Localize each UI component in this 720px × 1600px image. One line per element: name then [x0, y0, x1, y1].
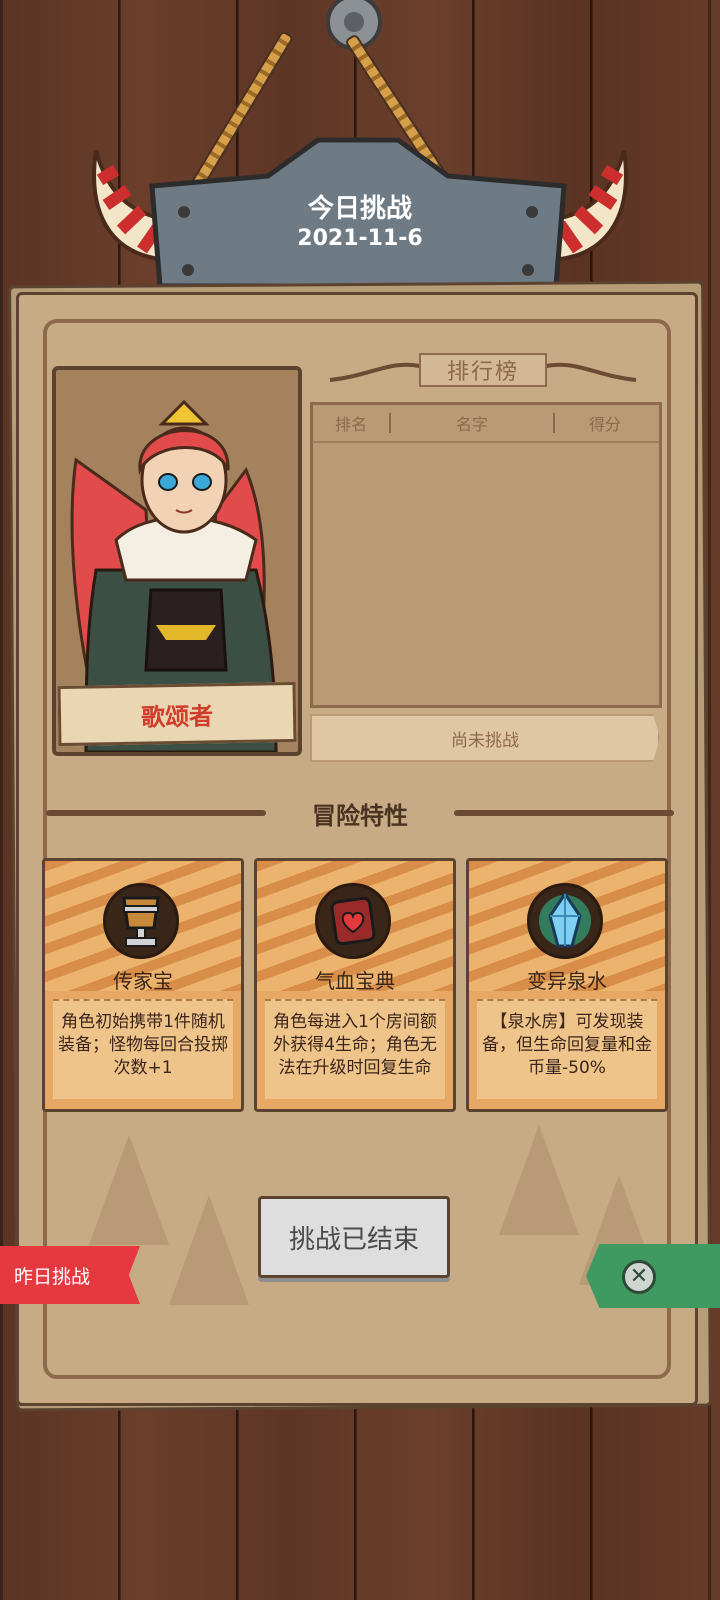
- hero-name: 歌颂者: [57, 681, 297, 747]
- sign-title: 今日挑战: [307, 194, 412, 224]
- tree-decoration: [89, 1135, 169, 1245]
- yesterday-challenge-button[interactable]: 昨日挑战: [0, 1246, 140, 1304]
- col-rank: 排名: [334, 415, 367, 434]
- trait-card-heirloom[interactable]: 传家宝 角色初始携带1件随机装备；怪物每回合投掷次数+1: [42, 858, 244, 1112]
- trait-card-mutated-spring[interactable]: 变异泉水 【泉水房】可发现装备，但生命回复量和金币量-50%: [466, 858, 668, 1112]
- treasure-goblet-icon: [103, 883, 179, 959]
- trait-card-vitality-book[interactable]: 气血宝典 角色每进入1个房间额外获得4生命；角色无法在升级时回复生命: [254, 858, 456, 1112]
- trait-name: 气血宝典: [315, 969, 395, 993]
- challenge-ended-button[interactable]: 挑战已结束: [258, 1196, 450, 1278]
- col-name: 名字: [455, 415, 488, 434]
- blue-crystal-icon: [527, 883, 603, 959]
- ranking-header: 排行榜: [310, 346, 656, 392]
- heart-book-icon: [315, 883, 391, 959]
- trait-desc: 角色初始携带1件随机装备；怪物每回合投掷次数+1: [53, 999, 233, 1099]
- col-score: 得分: [588, 415, 621, 434]
- challenge-status: 尚未挑战: [310, 714, 660, 762]
- traits-title: 冒险特性: [312, 802, 408, 830]
- trait-desc: 角色每进入1个房间额外获得4生命；角色无法在升级时回复生命: [265, 999, 445, 1099]
- close-icon[interactable]: ✕: [622, 1260, 656, 1294]
- tree-decoration: [499, 1125, 579, 1235]
- tree-decoration: [169, 1195, 249, 1305]
- trait-name: 传家宝: [113, 969, 173, 993]
- ranking-table[interactable]: 排名 名字 得分: [310, 402, 662, 708]
- sign-date: 2021-11-6: [297, 226, 423, 251]
- trait-desc: 【泉水房】可发现装备，但生命回复量和金币量-50%: [477, 999, 657, 1099]
- ranking-title: 排行榜: [446, 360, 519, 385]
- trait-name: 变异泉水: [527, 969, 607, 993]
- ranking-columns: 排名 名字 得分: [313, 405, 659, 443]
